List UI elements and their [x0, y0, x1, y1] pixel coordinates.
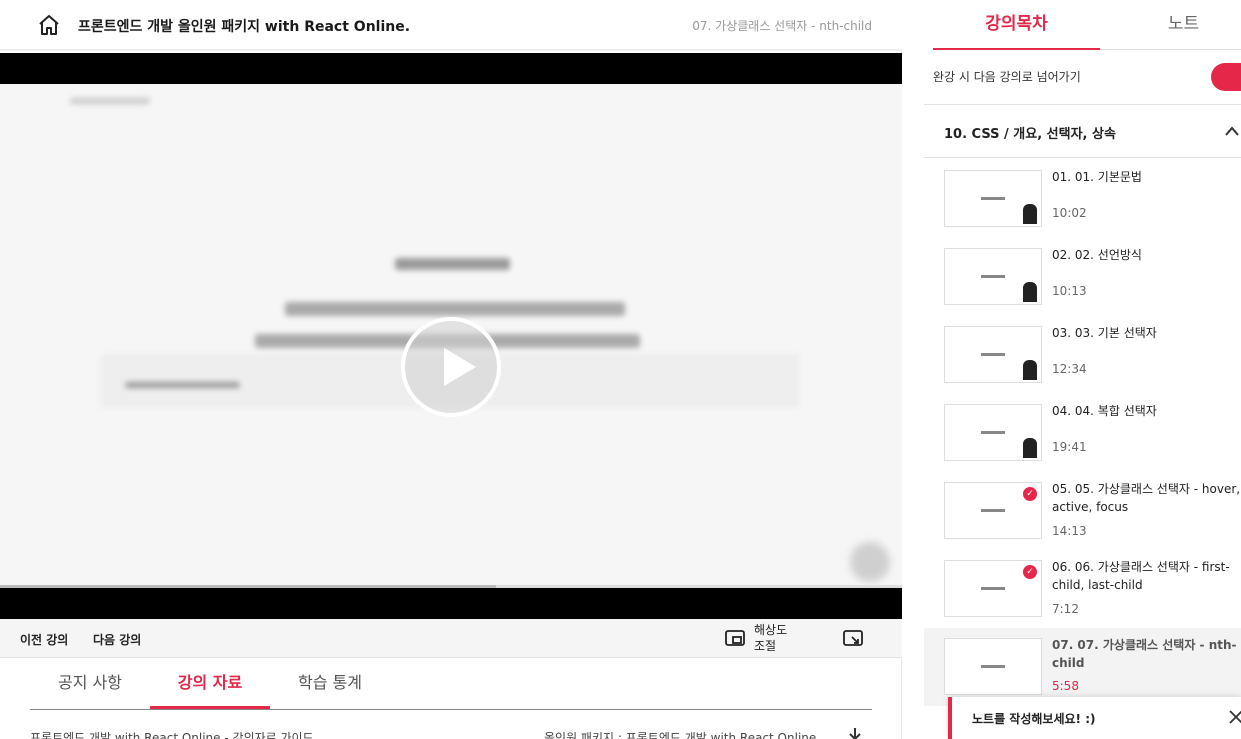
home-icon[interactable] — [37, 13, 61, 37]
lesson-item[interactable]: ✓ 06. 06. 가상클래스 선택자 - first-child, last-… — [924, 550, 1241, 628]
fullscreen-icon[interactable] — [843, 629, 863, 647]
course-title: 프론트엔드 개발 올인원 패키지 with React Online. — [78, 19, 411, 35]
tab-curriculum[interactable]: 강의목차 — [933, 0, 1100, 50]
lesson-item[interactable]: 02. 02. 선언방식 10:13 — [924, 238, 1241, 316]
autoplay-label: 완강 시 다음 강의로 넘어가기 — [933, 70, 1081, 84]
tab-notice[interactable]: 공지 사항 — [30, 658, 150, 709]
lecture-tabs: 공지 사항 강의 자료 학습 통계 — [30, 658, 872, 710]
pip-icon[interactable] — [725, 629, 745, 647]
lesson-title: 06. 06. 가상클래스 선택자 - first-child, last-ch… — [1052, 560, 1230, 592]
next-lesson-button[interactable]: 다음 강의 — [93, 631, 141, 648]
current-lesson-label: 07. 가상클래스 선택자 - nth-child — [692, 19, 872, 33]
player-control-bar: 이전 강의 다음 강의 해상도 조절 — [0, 619, 902, 658]
lesson-thumbnail — [944, 326, 1042, 383]
note-popup[interactable]: 노트를 작성해보세요! :) — [948, 697, 1241, 739]
lesson-duration: 12:34 — [1052, 362, 1087, 376]
lesson-thumbnail — [944, 170, 1042, 227]
video-frame — [0, 84, 902, 588]
resource-title: 프론트엔드 개발 with React Online - 강의자료 가이드 — [30, 731, 314, 739]
tab-materials[interactable]: 강의 자료 — [150, 658, 270, 709]
play-button[interactable] — [401, 317, 501, 417]
lesson-item-current[interactable]: 07. 07. 가상클래스 선택자 - nth-child 5:58 — [924, 628, 1241, 706]
lecture-player-app: 프론트엔드 개발 올인원 패키지 with React Online. 07. … — [0, 0, 1241, 739]
main-area: 프론트엔드 개발 올인원 패키지 with React Online. 07. … — [0, 0, 902, 739]
section-title: 10. CSS / 개요, 선택자, 상속 — [944, 127, 1116, 142]
lesson-duration: 19:41 — [1052, 440, 1087, 454]
lesson-item[interactable]: 04. 04. 복합 선택자 19:41 — [924, 394, 1241, 472]
resource-package: 올인원 패키지 : 프론트엔드 개발 with React Online — [544, 731, 817, 739]
lesson-duration: 5:58 — [1052, 679, 1079, 693]
resolution-button[interactable]: 해상도 조절 — [754, 622, 794, 654]
lesson-item[interactable]: 03. 03. 기본 선택자 12:34 — [924, 316, 1241, 394]
section-header[interactable]: 10. CSS / 개요, 선택자, 상속 — [924, 104, 1241, 158]
chevron-up-icon — [1225, 126, 1239, 136]
tab-note[interactable]: 노트 — [1100, 0, 1241, 50]
autoplay-toggle[interactable] — [1211, 63, 1241, 91]
lesson-title: 01. 01. 기본문법 — [1052, 170, 1142, 184]
lesson-title: 05. 05. 가상클래스 선택자 - hover, active, focus — [1052, 482, 1241, 514]
video-progress-bar[interactable] — [0, 585, 902, 588]
lesson-title: 04. 04. 복합 선택자 — [1052, 404, 1157, 418]
lesson-item[interactable]: 01. 01. 기본문법 10:02 — [924, 160, 1241, 238]
lesson-duration: 7:12 — [1052, 602, 1079, 616]
lesson-thumbnail: ✓ — [944, 482, 1042, 539]
prev-lesson-button[interactable]: 이전 강의 — [20, 631, 68, 648]
lesson-duration: 10:13 — [1052, 284, 1087, 298]
lesson-thumbnail — [944, 248, 1042, 305]
tab-stats[interactable]: 학습 통계 — [270, 658, 390, 709]
lesson-title: 07. 07. 가상클래스 선택자 - nth-child — [1052, 638, 1237, 670]
lesson-thumbnail — [944, 404, 1042, 461]
video-player[interactable] — [0, 53, 902, 619]
lesson-item[interactable]: ✓ 05. 05. 가상클래스 선택자 - hover, active, foc… — [924, 472, 1241, 550]
top-bar: 프론트엔드 개발 올인원 패키지 with React Online. 07. … — [0, 0, 902, 51]
lesson-thumbnail — [944, 638, 1042, 695]
close-icon[interactable] — [1229, 710, 1241, 724]
resource-row[interactable]: 프론트엔드 개발 with React Online - 강의자료 가이드 올인… — [30, 726, 872, 739]
lesson-thumbnail: ✓ — [944, 560, 1042, 617]
check-icon: ✓ — [1023, 487, 1037, 501]
lesson-duration: 14:13 — [1052, 524, 1087, 538]
download-icon[interactable] — [846, 726, 864, 739]
check-icon: ✓ — [1023, 565, 1037, 579]
lesson-title: 03. 03. 기본 선택자 — [1052, 326, 1157, 340]
lesson-duration: 10:02 — [1052, 206, 1087, 220]
note-popup-text: 노트를 작성해보세요! :) — [972, 712, 1096, 726]
lesson-title: 02. 02. 선언방식 — [1052, 248, 1142, 262]
curriculum-sidebar: 강의목차 노트 완강 시 다음 강의로 넘어가기 10. CSS / 개요, 선… — [903, 0, 1241, 739]
